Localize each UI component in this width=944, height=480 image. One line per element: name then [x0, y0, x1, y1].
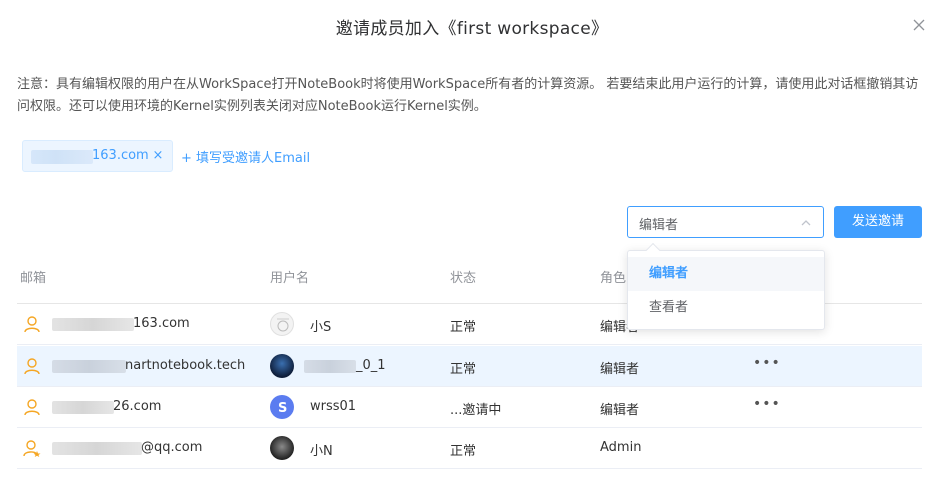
row-username: 小S [310, 320, 332, 335]
row-username: 小N [310, 444, 333, 459]
avatar: S [270, 395, 294, 419]
row-email: 26.com [113, 399, 162, 414]
row-status: ...邀请中 [450, 403, 502, 418]
add-email-link[interactable]: + 填写受邀请人Email [181, 147, 310, 166]
row-email: @qq.com [141, 440, 203, 455]
row-email: nartnotebook.tech [125, 358, 246, 373]
admin-user-icon [23, 440, 41, 457]
avatar [270, 436, 294, 460]
role-dropdown: 编辑者 查看者 [627, 242, 825, 330]
row-status: 正常 [450, 320, 477, 335]
redacted-username [304, 360, 356, 373]
role-option-editor[interactable]: 编辑者 [628, 257, 824, 291]
row-email: 163.com [133, 316, 190, 331]
row-username: _0_1 [356, 358, 386, 373]
role-option-viewer[interactable]: 查看者 [628, 291, 824, 325]
more-actions-icon[interactable]: ••• [753, 396, 780, 414]
svg-text:S: S [278, 401, 287, 416]
user-icon [24, 316, 40, 333]
remove-tag-icon[interactable]: × [151, 148, 165, 164]
table-row[interactable]: 26.com S wrss01 ...邀请中 编辑者 ••• [17, 387, 922, 428]
header-status: 状态 [450, 271, 477, 286]
header-email: 邮箱 [20, 271, 47, 286]
row-username: wrss01 [310, 399, 357, 414]
close-icon[interactable] [912, 18, 926, 32]
redacted-email [52, 360, 126, 373]
avatar [270, 312, 294, 336]
header-role: 角色 [600, 271, 627, 286]
chevron-up-icon [801, 220, 811, 226]
permission-notice: 注意：具有编辑权限的用户在从WorkSpace打开NoteBook时将使用Wor… [17, 77, 919, 114]
row-role: 编辑者 [600, 362, 640, 377]
send-invite-button[interactable]: 发送邀请 [834, 206, 922, 238]
redacted-email [52, 442, 142, 455]
role-select[interactable]: 编辑者 [627, 206, 824, 238]
row-role: Admin [600, 440, 642, 455]
row-status: 正常 [450, 362, 477, 377]
header-username: 用户名 [270, 271, 310, 286]
dialog-title: 邀请成员加入《first workspace》 [335, 19, 609, 39]
role-select-value: 编辑者 [639, 218, 679, 233]
redacted-email [52, 401, 114, 414]
dropdown-arrow [645, 242, 661, 258]
row-status: 正常 [450, 444, 477, 459]
table-row[interactable]: @qq.com 小N 正常 Admin [17, 428, 922, 469]
row-role: 编辑者 [600, 403, 640, 418]
redacted-email [31, 150, 93, 164]
table-row[interactable]: nartnotebook.tech _0_1 正常 编辑者 ••• [17, 346, 922, 387]
user-icon [24, 399, 40, 416]
invitee-email-tag: 163.com × [22, 140, 173, 172]
avatar [270, 354, 294, 378]
redacted-email [52, 318, 134, 331]
user-icon [24, 358, 40, 375]
email-tag-text: 163.com [92, 148, 149, 163]
more-actions-icon[interactable]: ••• [753, 355, 780, 373]
